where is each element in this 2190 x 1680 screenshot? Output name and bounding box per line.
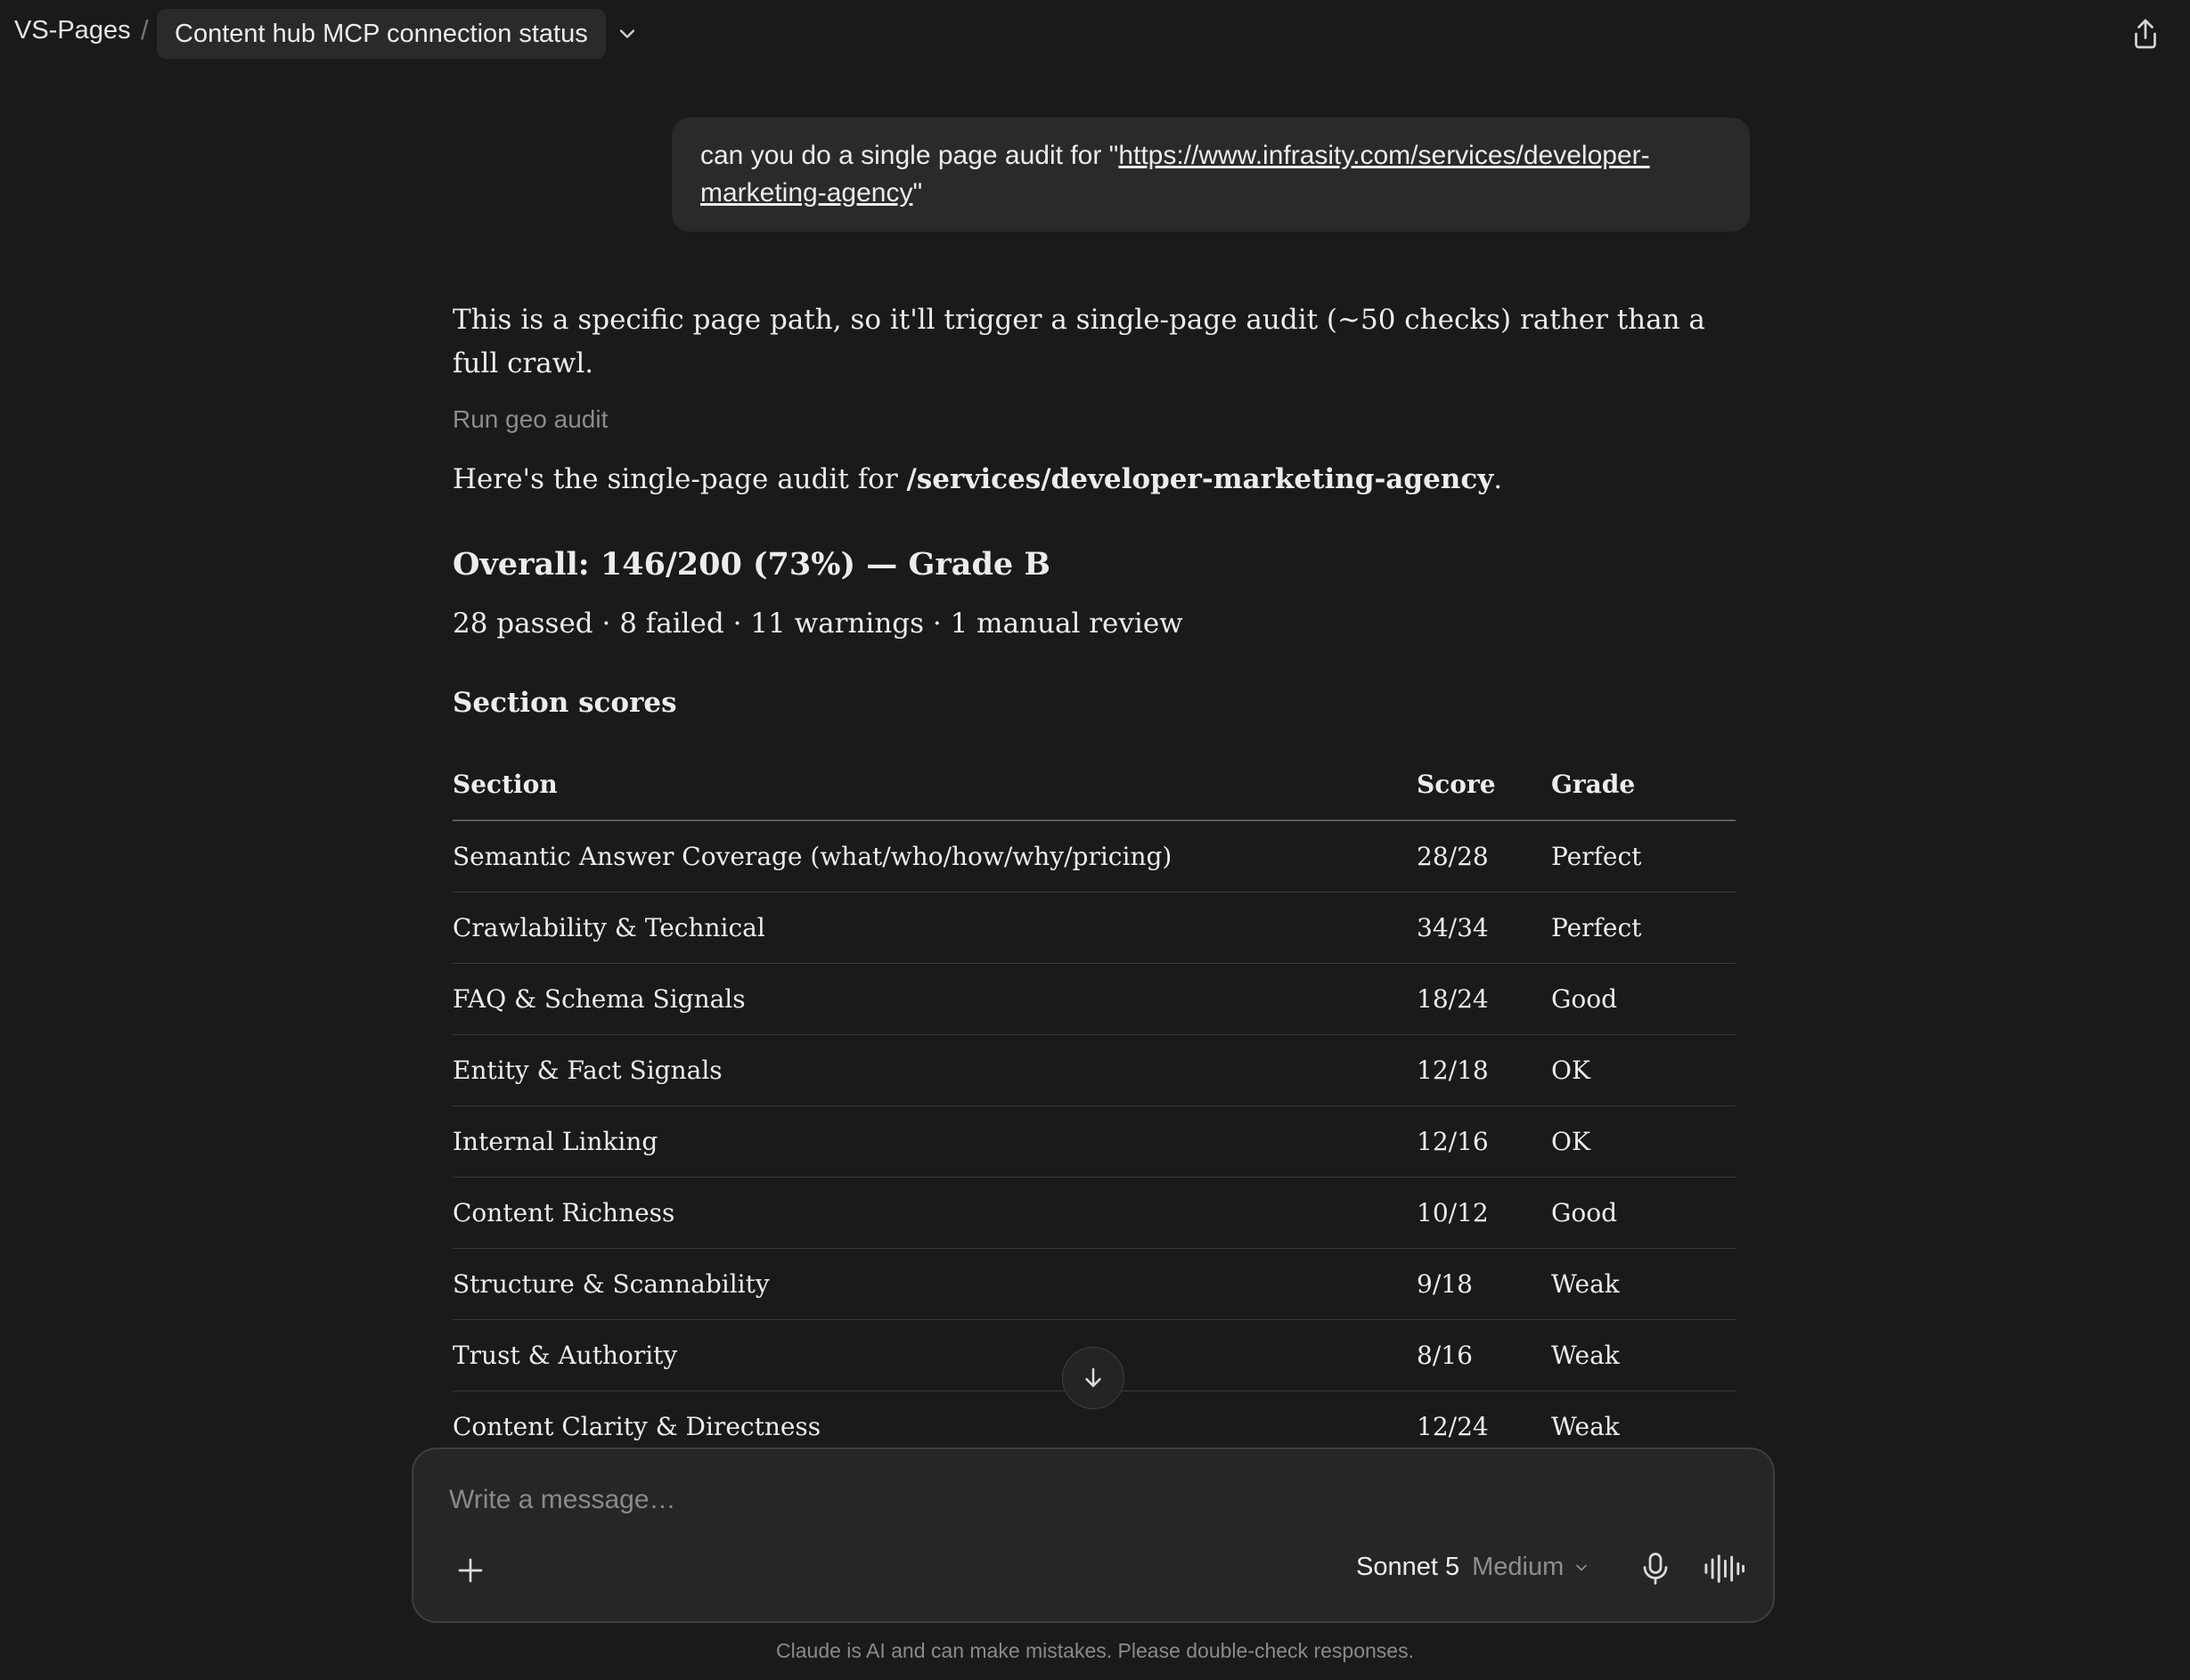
share-icon[interactable] — [2129, 16, 2161, 52]
header-section: Section — [453, 748, 1417, 821]
table-row: Entity & Fact Signals 12/18 OK — [453, 1034, 1736, 1106]
cell-score: 9/18 — [1417, 1248, 1551, 1320]
cell-score: 34/34 — [1417, 892, 1551, 964]
model-effort: Medium — [1472, 1553, 1565, 1581]
table-row: Structure & Scannability 9/18 Weak — [453, 1248, 1736, 1320]
cell-grade: Perfect — [1551, 892, 1736, 964]
arrow-down-icon — [1085, 1367, 1101, 1387]
breadcrumb-project[interactable]: VS-Pages — [14, 16, 131, 45]
response-intro: This is a specific page path, so it'll t… — [453, 304, 1705, 379]
user-message: can you do a single page audit for "http… — [672, 118, 1750, 232]
cell-score: 10/12 — [1417, 1177, 1551, 1249]
model-name: Sonnet 5 — [1356, 1553, 1460, 1581]
cell-score: 28/28 — [1417, 820, 1551, 893]
table-header-row: Section Score Grade — [453, 748, 1736, 821]
chat-title: Content hub MCP connection status — [175, 19, 588, 48]
cell-section: Entity & Fact Signals — [453, 1034, 1417, 1106]
chevron-down-icon — [1576, 1564, 1588, 1570]
cell-grade: Perfect — [1551, 820, 1736, 893]
table-row: FAQ & Schema Signals 18/24 Good — [453, 963, 1736, 1035]
table-row: Internal Linking 12/16 OK — [453, 1105, 1736, 1178]
cell-section: Structure & Scannability — [453, 1248, 1417, 1320]
tool-call-run-geo-audit[interactable]: Run geo audit — [453, 405, 608, 434]
cell-grade: OK — [1551, 1105, 1736, 1178]
cell-score: 12/16 — [1417, 1105, 1551, 1178]
cell-section: Content Richness — [453, 1177, 1417, 1249]
cell-section: Crawlability & Technical — [453, 892, 1417, 964]
scroll-to-bottom-button[interactable] — [1062, 1347, 1124, 1409]
message-composer: Sonnet 5 Medium — [412, 1448, 1775, 1623]
top-bar: VS-Pages / Content hub MCP connection st… — [0, 0, 2190, 68]
breadcrumb-separator: / — [141, 14, 149, 45]
cell-grade: Good — [1551, 1177, 1736, 1249]
header-grade: Grade — [1551, 748, 1736, 821]
header-score: Score — [1417, 748, 1551, 821]
cell-score: 18/24 — [1417, 963, 1551, 1035]
cell-grade: Good — [1551, 963, 1736, 1035]
microphone-icon[interactable] — [1639, 1551, 1671, 1586]
disclaimer: Claude is AI and can make mistakes. Plea… — [776, 1639, 1414, 1662]
cell-grade: Weak — [1551, 1319, 1736, 1391]
model-selector[interactable]: Sonnet 5 Medium — [1356, 1553, 1590, 1582]
cell-score: 8/16 — [1417, 1319, 1551, 1391]
message-input[interactable] — [447, 1472, 1734, 1528]
section-scores-heading: Section scores — [453, 687, 677, 719]
response-lead: Here's the single-page audit for /servic… — [453, 460, 1502, 499]
table-row: Crawlability & Technical 34/34 Perfect — [453, 892, 1736, 964]
cell-score: 12/18 — [1417, 1034, 1551, 1106]
overall-score: Overall: 146/200 (73%) — Grade B — [453, 546, 1050, 583]
cell-section: FAQ & Schema Signals — [453, 963, 1417, 1035]
chevron-down-icon[interactable] — [615, 21, 640, 46]
response-lead-suffix: . — [1493, 463, 1503, 495]
cell-section: Trust & Authority — [453, 1319, 1417, 1391]
response-lead-prefix: Here's the single-page audit for — [453, 463, 907, 495]
check-summary: 28 passed · 8 failed · 11 warnings · 1 m… — [453, 608, 1183, 640]
response-lead-path: /services/developer-marketing-agency — [906, 463, 1494, 495]
user-message-prefix: can you do a single page audit for " — [700, 141, 1119, 170]
plus-icon[interactable] — [454, 1554, 486, 1586]
voice-mode-icon[interactable] — [1704, 1553, 1745, 1585]
table-row: Content Richness 10/12 Good — [453, 1177, 1736, 1249]
chat-title-button[interactable]: Content hub MCP connection status — [157, 9, 606, 59]
cell-section: Semantic Answer Coverage (what/who/how/w… — [453, 820, 1417, 893]
cell-grade: OK — [1551, 1034, 1736, 1106]
cell-grade: Weak — [1551, 1248, 1736, 1320]
table-row: Semantic Answer Coverage (what/who/how/w… — [453, 820, 1736, 893]
cell-section: Internal Linking — [453, 1105, 1417, 1178]
user-message-suffix: " — [912, 178, 923, 208]
